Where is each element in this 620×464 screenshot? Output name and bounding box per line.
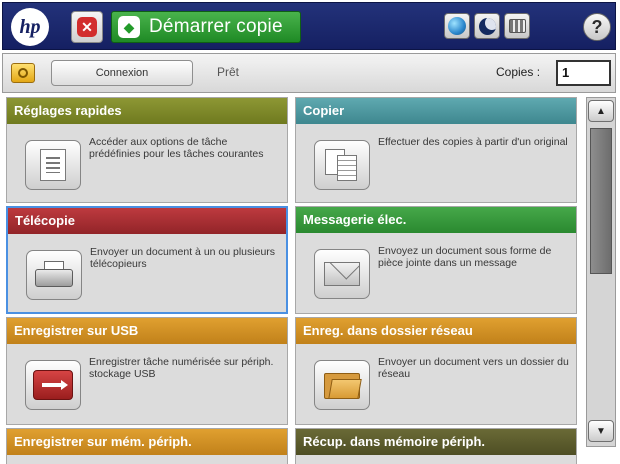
login-button[interactable]: Connexion: [51, 60, 193, 86]
tile-messagerie[interactable]: Messagerie élec. Envoyez un document sou…: [295, 206, 577, 314]
help-icon[interactable]: ?: [583, 13, 611, 41]
home-icon: [18, 68, 28, 78]
scroll-down-button[interactable]: ▼: [588, 420, 614, 442]
tile-description: Envoyez un document sous forme de pièce …: [378, 245, 552, 269]
copy-icon: [314, 140, 370, 190]
tile-title: Récup. dans mémoire périph.: [296, 429, 576, 455]
hp-logo: hp: [11, 8, 49, 46]
tile-description: Envoyer un document à un ou plusieurs té…: [90, 246, 276, 270]
tile-title: Enregistrer sur mém. périph.: [7, 429, 287, 455]
keyboard-icon[interactable]: [504, 13, 530, 39]
tile-recuperer-memoire[interactable]: Récup. dans mémoire périph.: [295, 428, 577, 464]
tile-telecopie[interactable]: Télécopie Envoyer un document à un ou pl…: [6, 206, 288, 314]
network-icon[interactable]: [444, 13, 470, 39]
start-icon: ◆: [118, 16, 140, 38]
tile-description: Accéder aux options de tâche prédéfinies…: [89, 136, 264, 160]
fax-icon: [26, 250, 82, 300]
stop-button[interactable]: ✕: [71, 11, 103, 43]
tile-title: Messagerie élec.: [296, 207, 576, 233]
tile-description: Envoyer un document vers un dossier du r…: [378, 356, 569, 380]
copies-label: Copies :: [496, 65, 541, 79]
control-panel-screen: hp ✕ ◆ Démarrer copie ? Connexion Prêt C…: [0, 0, 620, 464]
document-icon: [25, 140, 81, 190]
sleep-icon[interactable]: [474, 13, 500, 39]
home-button[interactable]: [11, 63, 35, 83]
tile-reglages-rapides[interactable]: Réglages rapides Accéder aux options de …: [6, 97, 288, 203]
status-bar: Connexion Prêt Copies : 1: [2, 53, 616, 93]
status-text: Prêt: [217, 65, 240, 79]
top-bar: hp ✕ ◆ Démarrer copie ?: [2, 2, 616, 50]
folder-icon: [314, 360, 370, 410]
copies-input[interactable]: 1: [556, 60, 611, 86]
tile-title: Enregistrer sur USB: [7, 318, 287, 344]
start-copy-label: Démarrer copie: [149, 16, 283, 37]
tile-description: Effectuer des copies à partir d'un origi…: [378, 136, 568, 148]
tile-enregistrer-memoire[interactable]: Enregistrer sur mém. périph.: [6, 428, 288, 464]
tile-dossier-reseau[interactable]: Enreg. dans dossier réseau Envoyer un do…: [295, 317, 577, 425]
chevron-up-icon: ▲: [596, 105, 606, 117]
tile-description: Enregistrer tâche numérisée sur périph. …: [89, 356, 274, 380]
start-copy-button[interactable]: ◆ Démarrer copie: [111, 11, 301, 43]
scrollbar-thumb[interactable]: [590, 128, 612, 274]
usb-icon: [25, 360, 81, 410]
scroll-up-button[interactable]: ▲: [588, 100, 614, 122]
tile-title: Enreg. dans dossier réseau: [296, 318, 576, 344]
tile-copier[interactable]: Copier Effectuer des copies à partir d'u…: [295, 97, 577, 203]
stop-icon: ✕: [77, 17, 97, 37]
chevron-down-icon: ▼: [596, 425, 606, 437]
envelope-icon: [314, 249, 370, 299]
tile-title: Copier: [296, 98, 576, 124]
tile-title: Télécopie: [8, 208, 286, 234]
tile-title: Réglages rapides: [7, 98, 287, 124]
tile-enregistrer-usb[interactable]: Enregistrer sur USB Enregistrer tâche nu…: [6, 317, 288, 425]
